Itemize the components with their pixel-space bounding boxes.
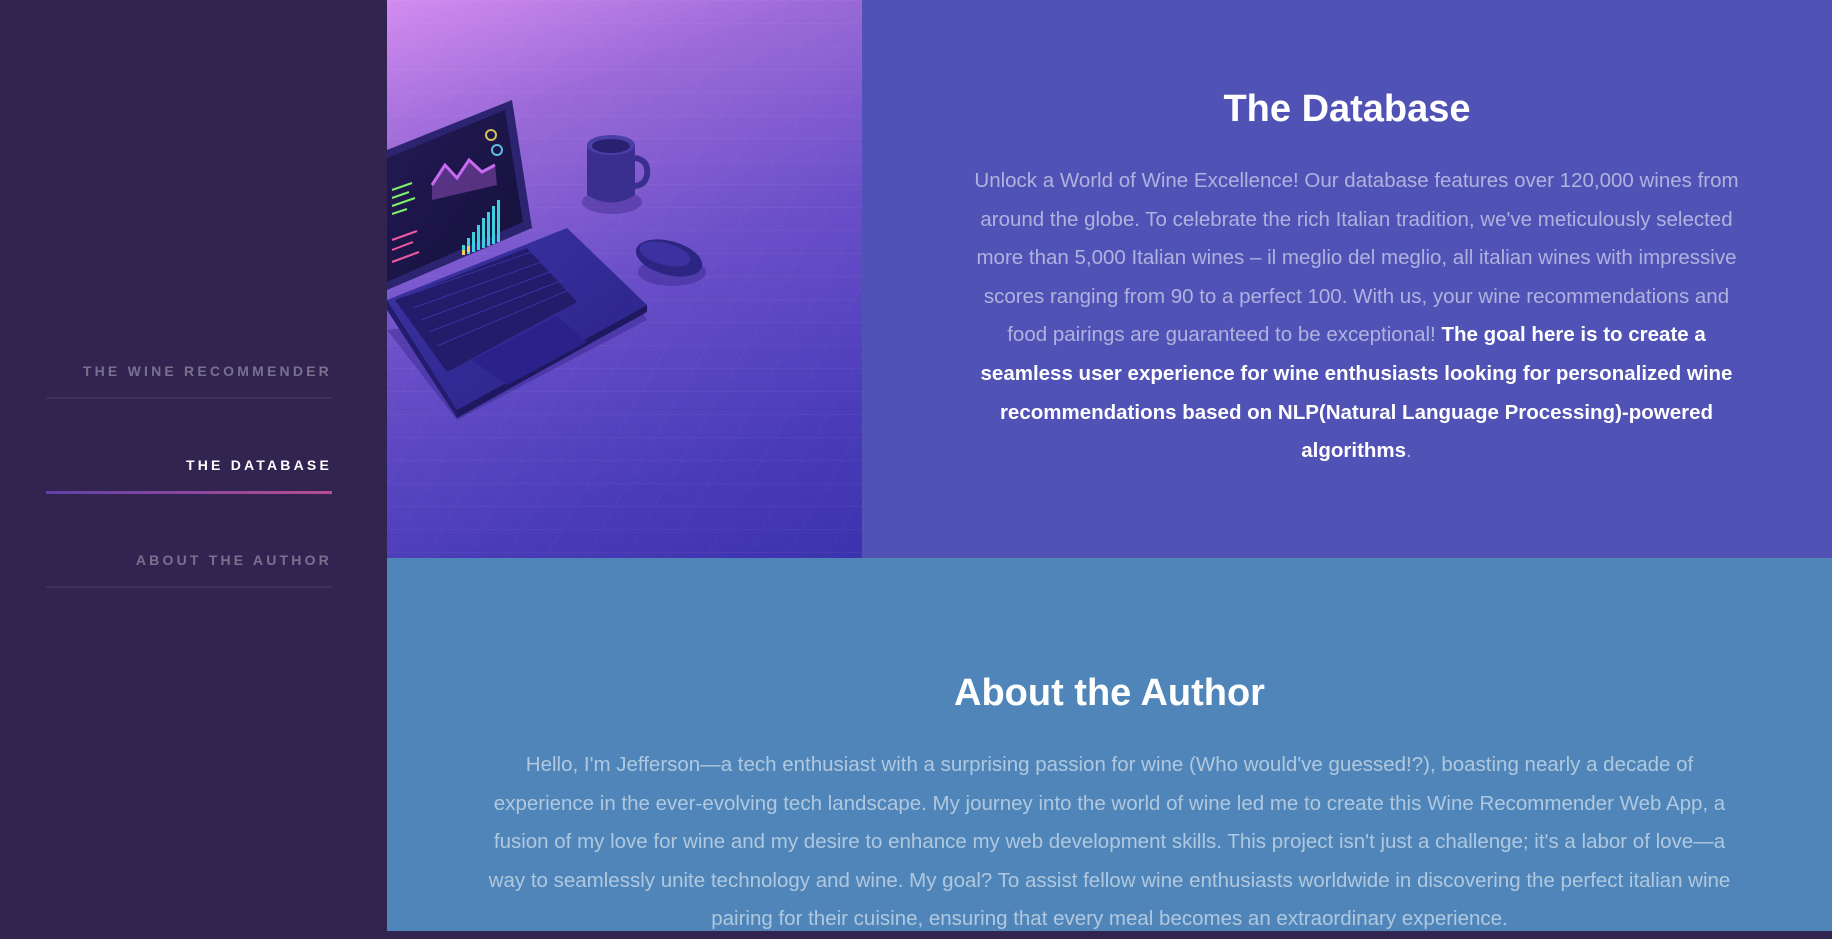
laptop-illustration — [387, 0, 862, 558]
sidebar: THE WINE RECOMMENDER THE DATABASE ABOUT … — [0, 0, 387, 931]
database-text-panel: The Database Unlock a World of Wine Exce… — [862, 0, 1832, 558]
author-description: Hello, I'm Jefferson—a tech enthusiast w… — [488, 753, 1731, 931]
nav-item-database[interactable]: THE DATABASE — [46, 439, 332, 494]
database-section: The Database Unlock a World of Wine Exce… — [387, 0, 1832, 558]
nav-item-wine-recommender[interactable]: THE WINE RECOMMENDER — [46, 345, 332, 399]
database-end: . — [1406, 439, 1412, 463]
database-intro: Unlock a World of Wine Excellence! Our d… — [974, 169, 1739, 347]
isometric-grid-illustration — [387, 0, 862, 558]
database-title: The Database — [1223, 88, 1471, 130]
database-description: Unlock a World of Wine Excellence! Our d… — [974, 162, 1739, 471]
nav-item-about-author[interactable]: ABOUT THE AUTHOR — [46, 534, 332, 588]
author-title: About the Author — [954, 672, 1265, 714]
sidebar-nav: THE WINE RECOMMENDER THE DATABASE ABOUT … — [46, 345, 332, 588]
